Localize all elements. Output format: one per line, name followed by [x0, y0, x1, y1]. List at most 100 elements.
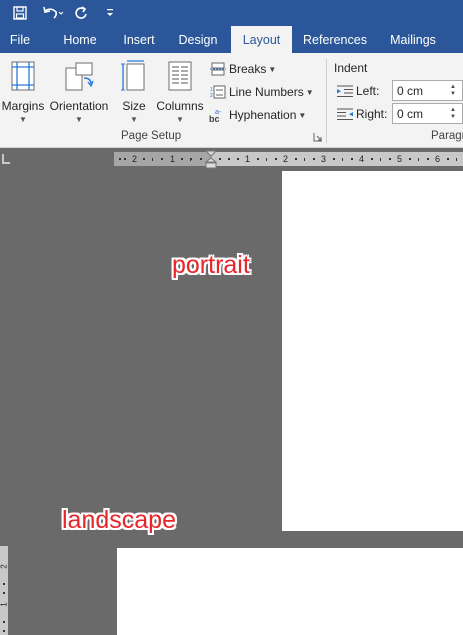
orientation-icon: [62, 59, 96, 93]
landscape-annotation: landscape: [62, 506, 176, 534]
horizontal-ruler[interactable]: 2 1 1 2 3 4 5 6: [114, 152, 463, 166]
save-icon[interactable]: [6, 0, 34, 26]
chevron-down-icon: ▼: [268, 64, 277, 74]
ribbon-layout: Margins ▼ Orientation ▼ Size ▼ Columns ▼…: [0, 53, 463, 148]
portrait-annotation: portrait: [172, 251, 250, 279]
undo-icon[interactable]: [38, 0, 68, 26]
columns-icon: [163, 59, 197, 93]
tab-selector-icon[interactable]: [2, 154, 10, 164]
ruler-label: 1: [0, 602, 9, 607]
line-numbers-label: Line Numbers: [229, 85, 304, 99]
ruler-dot: [228, 158, 230, 160]
indent-right-icon: [336, 107, 354, 121]
indent-right-row: Right:: [336, 104, 387, 124]
ruler-margin: [114, 152, 212, 166]
ruler-dot: [3, 592, 5, 594]
margins-button[interactable]: Margins ▼: [0, 57, 46, 125]
ruler-dot: [333, 158, 335, 160]
ruler-tick: [456, 158, 457, 161]
ruler-dot: [351, 158, 353, 160]
svg-text:bc: bc: [209, 114, 220, 123]
size-button[interactable]: Size ▼: [118, 57, 150, 125]
ruler-dot: [119, 158, 121, 160]
ruler-tick: [418, 158, 419, 161]
ruler-dot: [313, 158, 315, 160]
tab-insert[interactable]: Insert: [114, 26, 164, 53]
tab-home[interactable]: Home: [52, 26, 108, 53]
ruler-dot: [275, 158, 277, 160]
portrait-page[interactable]: [282, 171, 463, 531]
ruler-label: 5: [397, 154, 403, 164]
breaks-icon: [209, 61, 227, 77]
repeat-icon[interactable]: [70, 0, 92, 26]
indent-right-label: Right:: [356, 107, 388, 121]
indent-left-icon: [336, 84, 354, 98]
size-label: Size: [122, 99, 146, 113]
hyphenation-button[interactable]: a-bc Hyphenation ▼: [209, 105, 306, 125]
ruler-dot: [237, 158, 239, 160]
columns-button[interactable]: Columns ▼: [154, 57, 206, 125]
chevron-down-icon: ▼: [75, 115, 83, 124]
horizontal-ruler-area: 2 1 1 2 3 4 5 6: [0, 148, 463, 170]
indent-left-value: 0 cm: [397, 83, 424, 98]
tab-design[interactable]: Design: [170, 26, 226, 53]
ruler-label: 6: [435, 154, 441, 164]
orientation-button[interactable]: Orientation ▼: [48, 57, 110, 125]
ruler-dot: [427, 158, 429, 160]
vertical-ruler[interactable]: 2 1: [0, 546, 9, 635]
ruler-dot: [257, 158, 259, 160]
indent-left-row: Left:: [336, 81, 379, 101]
chevron-down-icon: ▼: [130, 115, 138, 124]
ruler-dot: [3, 583, 5, 585]
paragraph-group-label: Paragr: [431, 130, 463, 142]
ruler-dot: [143, 158, 145, 160]
indent-left-input[interactable]: 0 cm ▲ ▼: [392, 80, 463, 101]
breaks-button[interactable]: Breaks ▼: [209, 59, 276, 79]
chevron-down-icon: ▼: [298, 110, 307, 120]
customize-toolbar-icon[interactable]: [100, 0, 120, 26]
ruler-dot: [3, 630, 5, 632]
spinner-arrows-icon[interactable]: ▲ ▼: [450, 81, 460, 100]
ruler-label: 1: [170, 154, 176, 164]
ruler-label: 1: [245, 154, 251, 164]
ruler-dot: [3, 621, 5, 623]
columns-label: Columns: [156, 99, 204, 113]
ruler-dot: [181, 158, 183, 160]
ruler-label: 2: [283, 154, 289, 164]
tab-layout[interactable]: Layout: [231, 26, 292, 53]
ruler-dot: [219, 158, 221, 160]
page-setup-group-label: Page Setup: [121, 130, 182, 142]
indent-left-label: Left:: [356, 84, 380, 98]
page-size-icon: [117, 59, 151, 93]
line-numbers-button[interactable]: 12 Line Numbers ▼: [209, 82, 314, 102]
ruler-label: 2: [0, 564, 9, 569]
tab-mailings[interactable]: Mailings: [380, 26, 446, 53]
ruler-label: 4: [359, 154, 365, 164]
breaks-label: Breaks: [229, 62, 267, 76]
ribbon-tabs: File Home Insert Design Layout Reference…: [0, 26, 463, 53]
landscape-page[interactable]: [117, 548, 463, 635]
hyphenation-icon: a-bc: [209, 107, 227, 123]
orientation-label: Orientation: [49, 99, 109, 113]
line-numbers-icon: 12: [209, 84, 227, 100]
spinner-arrows-icon[interactable]: ▲ ▼: [450, 104, 460, 123]
ruler-tick: [304, 158, 305, 161]
group-separator: [326, 59, 327, 143]
tab-file[interactable]: File: [0, 26, 40, 53]
ruler-tick: [266, 158, 267, 161]
ruler-tick: [342, 158, 343, 161]
margins-label: Margins: [1, 99, 45, 113]
indent-right-value: 0 cm: [397, 106, 424, 121]
indent-right-input[interactable]: 0 cm ▲ ▼: [392, 103, 463, 124]
ruler-dot: [295, 158, 297, 160]
ruler-dot: [371, 158, 373, 160]
ruler-label: 2: [132, 154, 138, 164]
ruler-tick: [190, 158, 191, 161]
ruler-dot: [447, 158, 449, 160]
ruler-label: 3: [321, 154, 327, 164]
indent-marker-icon[interactable]: [204, 148, 218, 170]
indent-title: Indent: [334, 61, 368, 75]
dialog-launcher-icon[interactable]: [313, 132, 323, 142]
ruler-tick: [152, 158, 153, 161]
tab-references[interactable]: References: [298, 26, 372, 53]
